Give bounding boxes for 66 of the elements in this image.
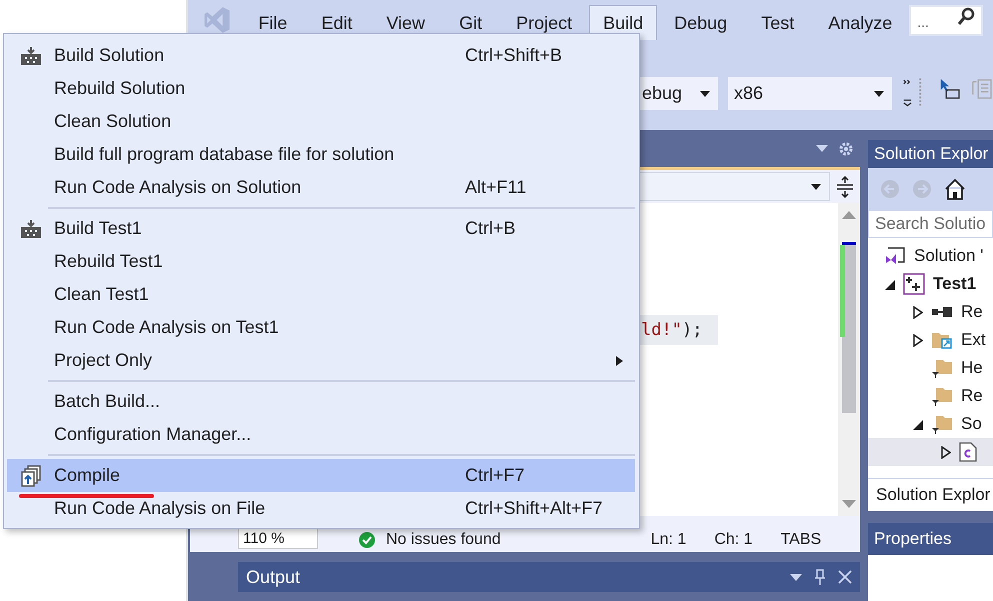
solution-icon [884,246,906,266]
tree-item[interactable]: Solution ' [868,242,993,270]
expand-arrow-icon[interactable] [940,446,951,458]
split-icon[interactable] [836,176,854,198]
tree-item[interactable]: Test1 [868,270,993,298]
tree-item[interactable]: Ext [868,326,993,354]
caret-icon [811,184,821,190]
menu-item[interactable]: Test [744,5,812,40]
menu-item[interactable]: Analyze [811,5,910,40]
platform-dropdown[interactable]: x86 [728,77,892,110]
caret-icon [700,90,710,96]
c-file-icon [959,442,977,462]
search-field[interactable]: Search Solutio [868,210,993,238]
panel-tab[interactable]: Solution Explor [868,478,993,511]
build-icon [20,46,42,66]
expand-arrow-icon[interactable] [912,306,923,318]
tree-item[interactable]: So [868,410,993,438]
menu-item[interactable]: Build Solution Ctrl+Shift+B [7,39,635,72]
issues-status: No issues found [386,531,501,549]
menu-item[interactable]: Configuration Manager... [7,418,635,451]
folder-icon [931,386,953,406]
menu-item[interactable]: Project Only [7,344,635,377]
close-icon[interactable] [838,570,852,584]
menu-item[interactable]: Run Code Analysis on File Ctrl+Shift+Alt+F7 [7,492,635,525]
references-icon [931,305,953,319]
search-icon [957,7,975,27]
line-number: Ln: 1 [650,531,686,549]
tree-item[interactable]: Re [868,382,993,410]
tree-item[interactable]: He [868,354,993,382]
search-field[interactable]: ... [909,5,983,36]
scrollbar-thumb[interactable] [842,242,856,413]
menu-item[interactable]: Batch Build... [7,385,635,418]
panel-title: Properties [868,523,993,555]
tree-item[interactable]: Re [868,298,993,326]
menu-item[interactable]: Build Test1 Ctrl+B [7,212,635,245]
expand-arrow-icon[interactable] [912,334,923,346]
folder-icon [931,414,953,434]
menu-item[interactable]: Rebuild Solution [7,72,635,105]
caret-icon [874,90,884,96]
menu-item[interactable]: Rebuild Test1 [7,245,635,278]
menu-item[interactable]: Clean Solution [7,105,635,138]
menu-item[interactable]: Debug [657,5,744,40]
tree-item[interactable] [868,438,993,466]
compile-icon [20,464,42,486]
collapse-arrow-icon[interactable] [884,278,895,290]
menu-item[interactable]: Clean Test1 [7,278,635,311]
pin-icon[interactable] [814,569,826,585]
settings-icon[interactable] [838,140,854,156]
panel-title: Solution Explor [868,140,993,168]
caret-icon[interactable] [816,145,828,152]
menu-item[interactable]: Run Code Analysis on Solution Alt+F11 [7,171,635,204]
folder-icon [931,358,953,378]
menu-item[interactable]: Build full program database file for solution [7,138,635,171]
indent-mode: TABS [780,531,822,549]
folder-icon [931,330,953,350]
home-icon[interactable] [944,178,966,200]
caret-icon[interactable] [790,574,802,580]
panel-title: Output [246,566,302,588]
check-icon [358,531,376,549]
build-icon [20,218,42,238]
submenu-arrow-icon [616,356,623,366]
project-icon [903,273,925,295]
column-number: Ch: 1 [714,531,753,549]
pointer-icon[interactable] [939,77,962,101]
zoom-dropdown[interactable]: 110 % [238,527,318,549]
collapse-arrow-icon[interactable] [912,418,923,430]
